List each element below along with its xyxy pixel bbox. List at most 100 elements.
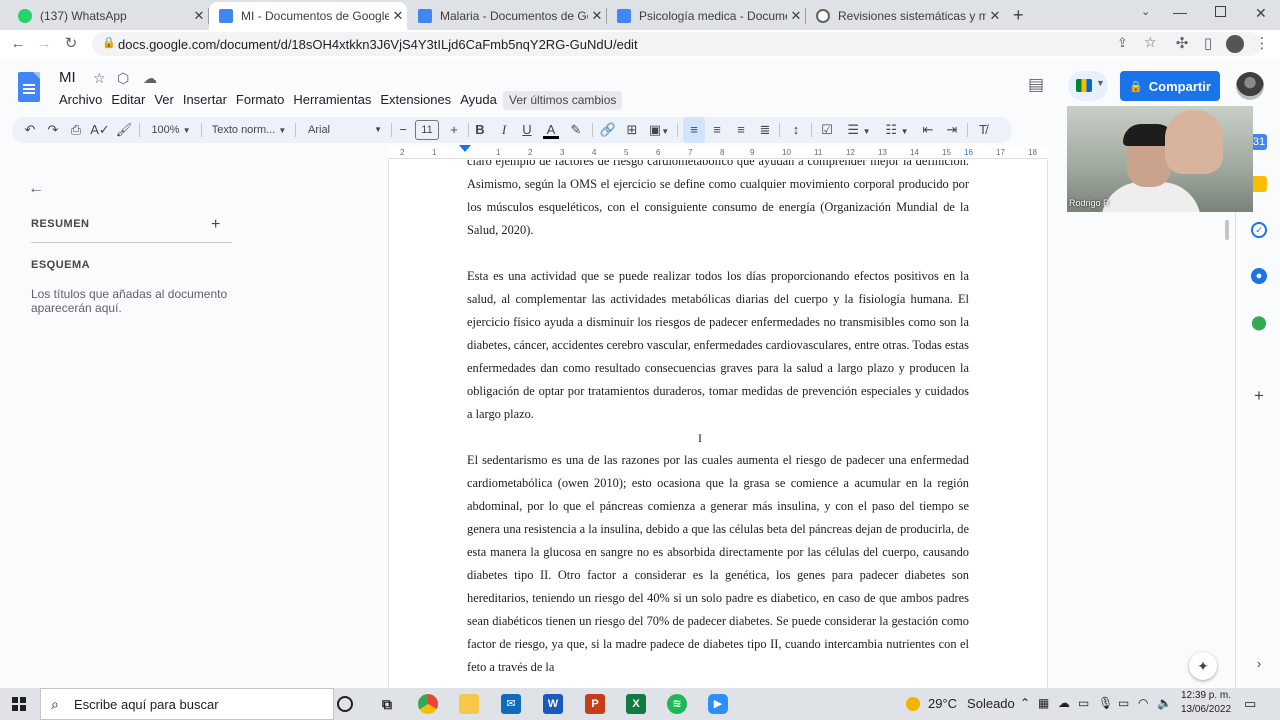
left-indent-marker[interactable] [459, 145, 471, 152]
document-body[interactable]: claro ejemplo de factores de riesgo card… [467, 160, 969, 688]
document-title[interactable]: MI [59, 69, 76, 86]
paragraph[interactable]: claro ejemplo de factores de riesgo card… [467, 160, 969, 242]
wifi-icon[interactable]: ◠ [1138, 696, 1148, 710]
search-placeholder[interactable]: Escribe aquí para buscar [74, 697, 219, 712]
align-left-icon[interactable]: ≡ [683, 117, 705, 143]
volume-icon[interactable]: 🔈 [1157, 696, 1172, 710]
reload-icon[interactable]: ↻ [61, 34, 81, 54]
tab-malaria[interactable]: Malaria - Documentos de Google ✕ [408, 2, 606, 30]
excel-icon[interactable]: X [626, 694, 646, 714]
weather-widget[interactable]: 29°C Soleado [906, 696, 1015, 711]
bookmark-star-icon[interactable]: ☆ [1144, 34, 1157, 51]
align-right-icon[interactable]: ≡ [731, 117, 751, 143]
back-icon[interactable]: ← [8, 34, 28, 54]
justify-icon[interactable]: ≣ [755, 117, 775, 143]
mail-icon[interactable]: ✉ [501, 694, 521, 714]
minimize-icon[interactable]: — [1173, 4, 1187, 20]
menu-ver[interactable]: Ver [154, 92, 174, 107]
maximize-icon[interactable] [1215, 6, 1226, 17]
menu-kebab-icon[interactable]: ⋮ [1252, 34, 1272, 54]
tab-mi-documentos[interactable]: MI - Documentos de Google ✕ [209, 2, 407, 30]
spotify-icon[interactable]: ≋ [667, 694, 687, 714]
bold-icon[interactable]: B [472, 117, 488, 143]
close-outline-icon[interactable]: ← [28, 180, 44, 198]
decrease-indent-icon[interactable]: ⇤ [918, 117, 938, 143]
windows-start-icon[interactable] [12, 697, 26, 711]
contacts-icon[interactable]: ● [1251, 268, 1267, 284]
chevron-right-icon[interactable]: › [1251, 656, 1267, 672]
print-icon[interactable]: ⎙ [66, 117, 86, 143]
comments-icon[interactable]: ▤ [1028, 75, 1044, 95]
underline-icon[interactable]: U [519, 117, 535, 143]
forward-icon[interactable]: → [34, 34, 54, 54]
battery-icon[interactable]: ▭ [1118, 696, 1129, 710]
highlight-icon[interactable]: ✎ [567, 117, 585, 143]
file-explorer-icon[interactable] [459, 694, 479, 714]
new-tab-icon[interactable]: + [1013, 5, 1024, 26]
align-center-icon[interactable]: ≡ [707, 117, 727, 143]
checklist-icon[interactable]: ☑ [817, 117, 837, 143]
redo-icon[interactable]: ↷ [43, 117, 63, 143]
menu-editar[interactable]: Editar [111, 92, 145, 107]
address-bar[interactable]: 🔒 docs.google.com/document/d/18sOH4xtkkn… [92, 32, 1262, 56]
close-icon[interactable]: ✕ [389, 8, 407, 24]
menu-herramientas[interactable]: Herramientas [293, 92, 371, 107]
menu-archivo[interactable]: Archivo [59, 92, 102, 107]
clear-formatting-icon[interactable]: T̸ [973, 117, 993, 143]
close-icon[interactable]: ✕ [190, 8, 208, 24]
link-icon[interactable]: 🔗 [598, 117, 618, 143]
paint-format-icon[interactable]: 🖌 [114, 117, 134, 143]
font-size-input[interactable]: 11 [415, 120, 439, 140]
meet-button[interactable]: ▼ [1068, 71, 1108, 101]
camera-icon[interactable]: ▭ [1078, 696, 1089, 710]
menu-ayuda[interactable]: Ayuda [460, 92, 497, 107]
spellcheck-icon[interactable]: A✓ [90, 117, 110, 143]
close-icon[interactable]: ✕ [787, 8, 805, 24]
add-comment-icon[interactable]: ⊞ [622, 117, 642, 143]
cloud-icon[interactable]: ☁ [1058, 696, 1070, 710]
chrome-icon[interactable] [418, 694, 438, 714]
zoom-icon[interactable]: ▶ [708, 694, 728, 714]
bulleted-list-icon[interactable]: ☰ ▼ [842, 117, 876, 143]
menu-extensiones[interactable]: Extensiones [380, 92, 451, 107]
account-avatar[interactable] [1236, 72, 1264, 100]
calendar-icon[interactable]: 31 [1251, 134, 1267, 150]
chevron-up-icon[interactable]: ⌃ [1020, 696, 1030, 710]
cortana-icon[interactable] [337, 696, 353, 712]
zoom-select[interactable]: 100% ▼ [146, 117, 196, 143]
add-summary-icon[interactable]: + [211, 216, 220, 234]
tab-psicologia[interactable]: Psicología medica - Documentos de Google… [607, 2, 805, 30]
lock-icon[interactable]: 🔒 [102, 36, 116, 49]
keep-icon[interactable] [1251, 176, 1267, 192]
side-panel-icon[interactable]: ▯ [1198, 34, 1218, 54]
decrease-font-size-button[interactable]: − [394, 117, 412, 143]
share-button[interactable]: 🔒 Compartir [1120, 71, 1220, 101]
add-addon-icon[interactable]: + [1251, 387, 1267, 404]
line-spacing-icon[interactable]: ↕ [786, 117, 806, 143]
maps-pin-icon[interactable]: ⬤ [1251, 314, 1267, 330]
extensions-icon[interactable]: ✣ [1172, 34, 1192, 54]
share-page-icon[interactable]: ⇪ [1117, 35, 1128, 51]
numbered-list-icon[interactable]: ☷ ▼ [880, 117, 914, 143]
font-select[interactable]: Arial ▼ [302, 117, 386, 143]
close-icon[interactable]: ✕ [588, 8, 606, 24]
move-folder-icon[interactable]: ⬡ [117, 70, 129, 87]
taskbar-clock[interactable]: 12:39 p. m. 13/06/2022 [1178, 689, 1234, 717]
tab-search-icon[interactable]: ⌄ [1141, 5, 1150, 18]
tray-app-icon[interactable]: ▦ [1038, 696, 1049, 710]
tab-revisiones[interactable]: Revisiones sistemáticas y metaanálisis ✕ [806, 2, 1004, 30]
microphone-icon[interactable]: 🎙 [1098, 696, 1113, 710]
document-page[interactable]: claro ejemplo de factores de riesgo card… [388, 160, 1048, 688]
ruler[interactable]: 2 1 1 2 3 4 5 6 7 8 9 10 11 12 13 14 15 … [388, 145, 1048, 159]
increase-font-size-button[interactable]: + [445, 117, 463, 143]
close-icon[interactable]: ✕ [986, 8, 1004, 24]
cloud-saved-icon[interactable]: ☁ [143, 70, 157, 87]
menu-insertar[interactable]: Insertar [183, 92, 227, 107]
google-docs-logo[interactable] [18, 72, 40, 102]
menu-formato[interactable]: Formato [236, 92, 284, 107]
italic-icon[interactable]: I [496, 117, 512, 143]
scrollbar-thumb[interactable] [1225, 220, 1229, 240]
taskbar-search[interactable]: ⌕ Escribe aquí para buscar [40, 688, 334, 720]
style-select[interactable]: Texto norm... ▼ [208, 117, 290, 143]
explore-button[interactable]: ✦ [1189, 652, 1217, 680]
